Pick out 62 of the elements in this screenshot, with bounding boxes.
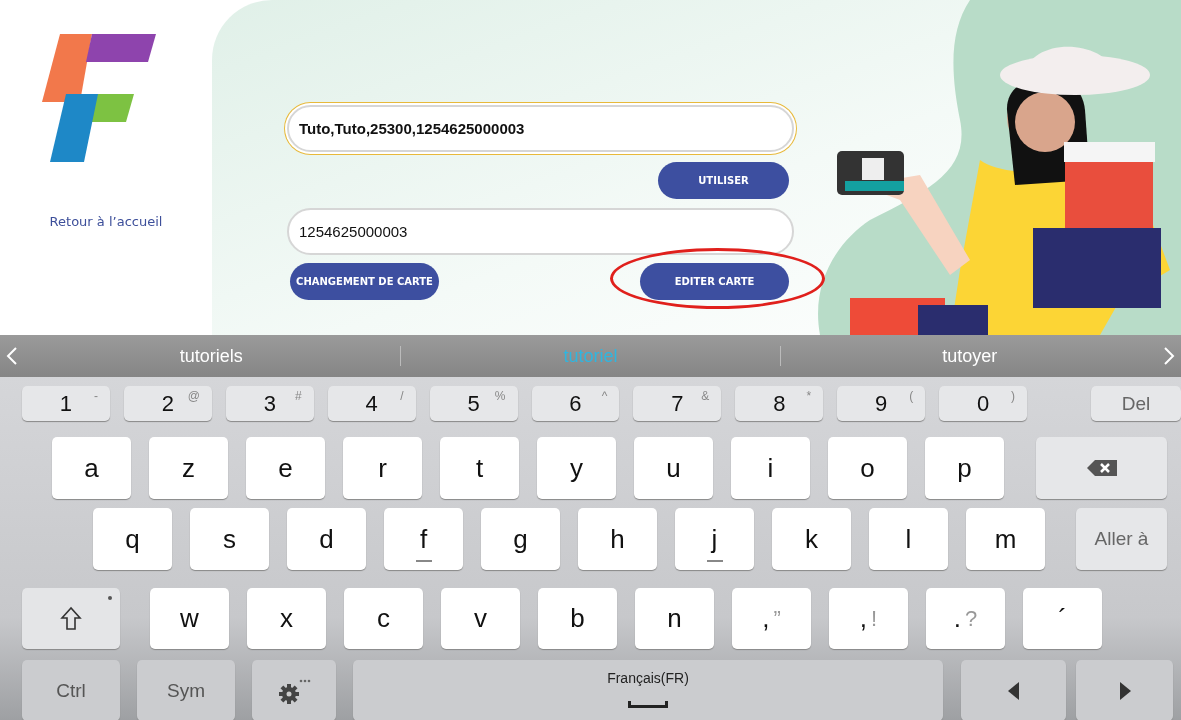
edit-card-button[interactable]: EDITER CARTE — [640, 263, 789, 300]
text-input-field[interactable]: Tuto,Tuto,25300,1254625000003 — [287, 105, 794, 152]
shift-arrow-icon — [59, 605, 83, 632]
letter-key[interactable]: p — [925, 437, 1004, 499]
letter-key[interactable]: y — [537, 437, 616, 499]
letter-key[interactable]: q — [93, 508, 172, 570]
letter-key[interactable]: z — [149, 437, 228, 499]
settings-icon — [277, 677, 311, 704]
punctuation-key[interactable]: ,” — [732, 588, 811, 649]
text-input-field[interactable]: 1254625000003 — [287, 208, 794, 255]
number-key[interactable]: 5 % — [429, 386, 518, 421]
punctuation-key[interactable]: .? — [926, 588, 1005, 649]
number-key[interactable]: 4 / — [327, 386, 416, 421]
number-key[interactable]: 2 @ — [123, 386, 212, 421]
backspace-icon — [1086, 460, 1117, 476]
number-key[interactable]: 8 * — [735, 386, 824, 421]
shift-key[interactable] — [22, 588, 120, 649]
letter-key[interactable]: x — [247, 588, 326, 649]
letter-key[interactable]: f — [384, 508, 463, 570]
symbol-key[interactable]: Sym — [137, 660, 235, 720]
letter-key[interactable]: n — [635, 588, 714, 649]
letter-key[interactable]: h — [578, 508, 657, 570]
chevron-left-icon[interactable] — [6, 346, 18, 366]
letter-key[interactable]: j — [675, 508, 754, 570]
logo-icon — [40, 32, 156, 164]
letter-key[interactable]: e — [246, 437, 325, 499]
number-key[interactable]: 6 ^ — [531, 386, 620, 421]
settings-key[interactable] — [252, 660, 336, 720]
use-button[interactable]: UTILISER — [658, 162, 789, 199]
chevron-right-icon[interactable] — [1163, 346, 1175, 366]
letter-key[interactable]: u — [634, 437, 713, 499]
letter-key[interactable]: r — [343, 437, 422, 499]
letter-key[interactable]: d — [287, 508, 366, 570]
number-key[interactable]: 1 - — [22, 386, 110, 421]
punctuation-key[interactable]: ,! — [829, 588, 908, 649]
letter-key[interactable]: k — [772, 508, 851, 570]
letter-key[interactable]: a — [52, 437, 131, 499]
letter-key[interactable]: l — [869, 508, 948, 570]
letter-key[interactable]: s — [190, 508, 269, 570]
delete-key[interactable]: Del — [1091, 386, 1181, 421]
change-card-button[interactable]: CHANGEMENT DE CARTE — [290, 263, 439, 300]
letter-key[interactable]: ´ — [1023, 588, 1102, 649]
ctrl-key[interactable]: Ctrl — [22, 660, 120, 720]
left-triangle-icon — [1007, 681, 1020, 700]
right-triangle-icon — [1118, 681, 1131, 700]
go-key[interactable]: Aller à — [1076, 508, 1167, 570]
letter-key[interactable]: g — [481, 508, 560, 570]
number-key[interactable]: 7 & — [633, 386, 722, 421]
letter-key[interactable]: t — [440, 437, 519, 499]
letter-key[interactable]: o — [828, 437, 907, 499]
letter-key[interactable]: w — [150, 588, 229, 649]
number-key[interactable]: 0 ) — [939, 386, 1028, 421]
number-key[interactable]: 3 # — [225, 386, 314, 421]
backspace-key[interactable] — [1036, 437, 1167, 499]
letter-key[interactable]: v — [441, 588, 520, 649]
letter-key[interactable]: b — [538, 588, 617, 649]
space-key[interactable]: Français(FR) — [353, 660, 943, 720]
home-link[interactable]: Retour à l’accueil — [49, 214, 163, 229]
letter-key[interactable]: i — [731, 437, 810, 499]
number-key[interactable]: 9 ( — [837, 386, 926, 421]
letter-key[interactable]: m — [966, 508, 1045, 570]
letter-key[interactable]: c — [344, 588, 423, 649]
